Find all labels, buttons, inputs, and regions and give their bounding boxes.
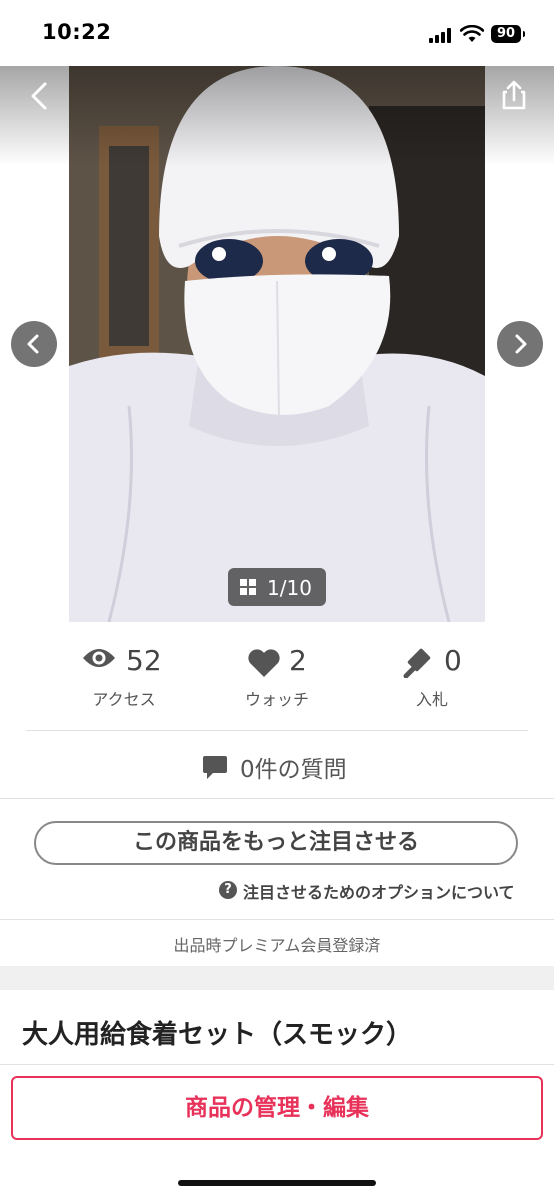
section-separator [0,966,554,990]
manage-edit-item-button[interactable]: 商品の管理・編集 [11,1076,543,1140]
battery-indicator: 90 [491,25,525,43]
photo-counter-button[interactable]: 1/10 [228,568,326,606]
promote-item-button[interactable]: この商品をもっと注目させる [34,821,518,865]
next-photo-button[interactable] [497,321,543,367]
item-stats: 52 アクセス 2 ウォッチ 0 入札 [0,640,554,720]
item-title: 大人用給食着セット（スモック） [22,1020,413,1050]
stat-watch: 2 ウォッチ [197,640,357,710]
views-count: 52 [126,644,162,677]
status-bar: 10:22 90 [0,0,554,66]
grid-icon [240,579,256,595]
divider [0,919,554,920]
stat-views: 52 アクセス [44,640,204,710]
previous-photo-button[interactable] [11,321,57,367]
back-icon[interactable] [22,78,58,114]
divider [0,798,554,799]
question-icon: ? [219,881,237,899]
watch-count: 2 [289,644,307,677]
signal-icon [429,27,455,43]
share-icon[interactable] [496,78,532,114]
home-indicator[interactable] [178,1180,376,1186]
status-time: 10:22 [42,20,112,44]
divider [0,1064,554,1065]
photo-counter: 1/10 [267,576,312,600]
wifi-icon [460,25,484,42]
chevron-left-icon [27,334,39,354]
watch-label: ウォッチ [244,690,309,709]
divider [26,730,528,731]
promote-options-label: 注目させるためのオプションについて [243,883,515,902]
questions-label: 0件の質問 [240,757,347,783]
chevron-right-icon [515,334,527,354]
stat-bids: 0 入札 [352,640,512,710]
views-label: アクセス [92,690,156,709]
speech-bubble-icon [203,756,227,779]
bids-count: 0 [444,644,462,677]
gavel-icon [403,648,431,678]
heart-icon [248,649,280,677]
photo-gallery[interactable]: 1/10 [0,66,554,622]
bids-label: 入札 [415,690,448,709]
premium-member-note: 出品時プレミアム会員登録済 [173,936,381,955]
product-photo[interactable] [69,66,485,622]
eye-icon [83,649,115,667]
questions-link[interactable]: 0件の質問 [0,745,554,789]
